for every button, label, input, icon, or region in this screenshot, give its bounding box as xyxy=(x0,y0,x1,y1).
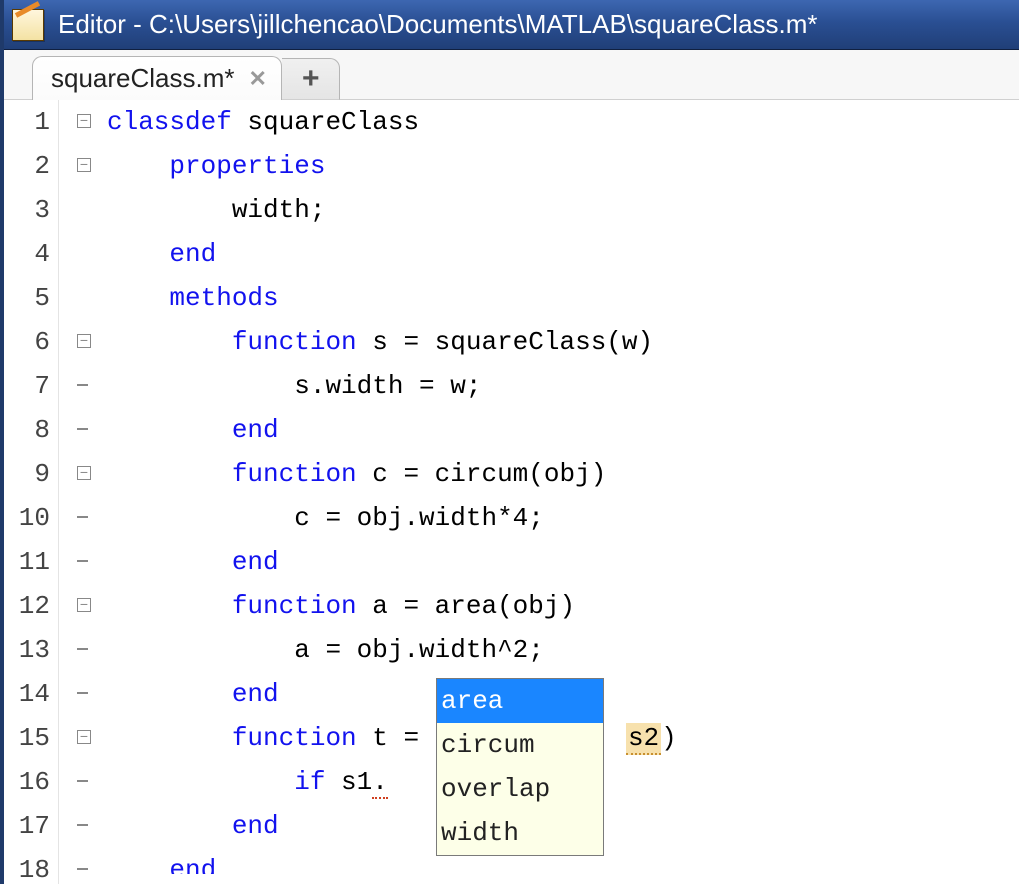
fold-collapse-icon[interactable]: − xyxy=(77,730,91,744)
fold-collapse-icon[interactable]: − xyxy=(77,598,91,612)
editor-area: 123456789101112131415161718 −−−−−− class… xyxy=(4,100,1019,884)
fold-collapse-icon[interactable]: − xyxy=(77,114,91,128)
line-number: 8 xyxy=(4,408,50,452)
line-number: 16 xyxy=(4,760,50,804)
close-icon[interactable]: ✕ xyxy=(249,66,267,92)
code-line[interactable]: function s = squareClass(w) xyxy=(107,320,1019,364)
line-number: 11 xyxy=(4,540,50,584)
code-line[interactable]: classdef squareClass xyxy=(107,100,1019,144)
window-titlebar: Editor - C:\Users\jillchencao\Documents\… xyxy=(4,0,1019,50)
fold-tick-icon xyxy=(77,818,91,832)
line-number: 12 xyxy=(4,584,50,628)
fold-collapse-icon[interactable]: − xyxy=(77,158,91,172)
fold-tick-icon xyxy=(77,642,91,656)
line-number: 17 xyxy=(4,804,50,848)
line-number: 14 xyxy=(4,672,50,716)
fold-tick-icon xyxy=(77,554,91,568)
code-line[interactable]: function c = circum(obj) xyxy=(107,452,1019,496)
fold-tick-icon xyxy=(77,422,91,436)
code-line[interactable]: methods xyxy=(107,276,1019,320)
line-number: 15 xyxy=(4,716,50,760)
autocomplete-popup[interactable]: areacircumoverlapwidth xyxy=(436,678,604,856)
line-number: 2 xyxy=(4,144,50,188)
fold-column: − − − − − − xyxy=(59,100,101,884)
line-number: 3 xyxy=(4,188,50,232)
autocomplete-item[interactable]: area xyxy=(437,679,603,723)
fold-tick-icon xyxy=(77,774,91,788)
line-number: 6 xyxy=(4,320,50,364)
code-line[interactable]: a = obj.width^2; xyxy=(107,628,1019,672)
line-number: 5 xyxy=(4,276,50,320)
fold-tick-icon xyxy=(77,862,91,876)
code-line[interactable]: c = obj.width*4; xyxy=(107,496,1019,540)
line-number: 10 xyxy=(4,496,50,540)
fold-tick-icon xyxy=(77,510,91,524)
window-title: Editor - C:\Users\jillchencao\Documents\… xyxy=(58,9,818,40)
fold-collapse-icon[interactable]: − xyxy=(77,334,91,348)
line-number: 4 xyxy=(4,232,50,276)
line-number: 9 xyxy=(4,452,50,496)
tab-label: squareClass.m* xyxy=(51,63,235,94)
line-number: 1 xyxy=(4,100,50,144)
code-line[interactable]: end xyxy=(107,540,1019,584)
code-line[interactable]: end xyxy=(107,232,1019,276)
code-line[interactable]: properties xyxy=(107,144,1019,188)
line-number: 13 xyxy=(4,628,50,672)
code-line[interactable]: s.width = w; xyxy=(107,364,1019,408)
tab-strip: squareClass.m* ✕ + xyxy=(4,50,1019,100)
new-tab-button[interactable]: + xyxy=(282,58,341,100)
autocomplete-item[interactable]: width xyxy=(437,811,603,855)
line-number: 18 xyxy=(4,848,50,884)
fold-tick-icon xyxy=(77,378,91,392)
line-number: 7 xyxy=(4,364,50,408)
tab-squareclass[interactable]: squareClass.m* ✕ xyxy=(32,56,282,100)
code-line[interactable]: end xyxy=(107,408,1019,452)
autocomplete-item[interactable]: circum xyxy=(437,723,603,767)
autocomplete-item[interactable]: overlap xyxy=(437,767,603,811)
code-line[interactable]: function a = area(obj) xyxy=(107,584,1019,628)
fold-collapse-icon[interactable]: − xyxy=(77,466,91,480)
line-number-gutter: 123456789101112131415161718 xyxy=(4,100,59,884)
fold-tick-icon xyxy=(77,686,91,700)
code-line[interactable]: width; xyxy=(107,188,1019,232)
editor-app-icon xyxy=(12,9,44,41)
